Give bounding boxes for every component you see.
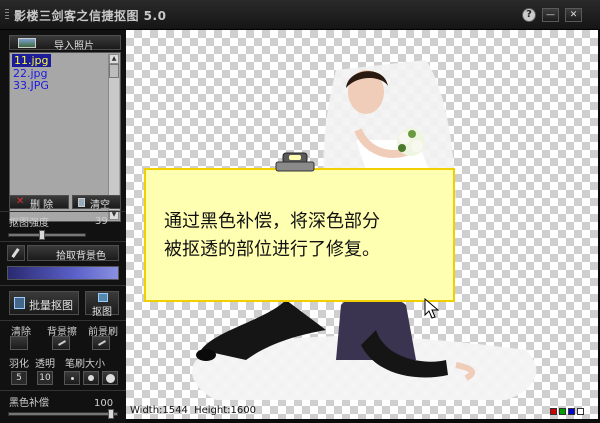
eyedropper-button[interactable] <box>7 245 25 261</box>
strength-value: 39 <box>95 216 108 227</box>
medium-dot-icon <box>88 375 94 381</box>
scroll-up-icon[interactable]: ▲ <box>109 54 119 64</box>
eyedropper-icon <box>11 248 20 258</box>
color-swatch-blue[interactable] <box>568 408 575 415</box>
brush-icon <box>98 340 106 346</box>
scroll-thumb[interactable] <box>109 64 119 78</box>
small-dot-icon <box>71 377 74 380</box>
import-photos-label: 导入照片 <box>54 41 94 52</box>
title-bar: 影楼三剑客之信捷抠图 5.0 ? — ✕ <box>0 0 600 30</box>
image-width-label: Width:1544 <box>130 405 188 416</box>
pick-background-label: 拾取背景色 <box>56 251 106 262</box>
image-dimensions: Width:1544 Height:1600 <box>130 405 256 416</box>
note-line-2: 被抠透的部位进行了修复。 <box>164 239 380 260</box>
cutout-label: 抠图 <box>92 307 112 318</box>
pick-background-color-button[interactable]: 拾取背景色 <box>27 245 119 262</box>
color-swatch-white[interactable] <box>577 408 584 415</box>
divider <box>0 320 126 321</box>
list-item[interactable]: 33.JPG <box>13 79 49 92</box>
cutout-icon <box>98 293 108 302</box>
batch-cutout-button[interactable]: 批量抠图 <box>9 291 79 315</box>
large-dot-icon <box>106 374 115 383</box>
delete-label: 删 除 <box>30 200 54 211</box>
strength-label: 抠图强度 <box>9 218 49 229</box>
brush-large-button[interactable] <box>102 371 118 385</box>
close-button[interactable]: ✕ <box>565 8 582 22</box>
mouse-cursor-icon <box>424 298 440 319</box>
eraser-icon <box>58 340 66 346</box>
clear-tool-button[interactable] <box>10 336 28 350</box>
black-compensation-label: 黑色补偿 <box>9 398 49 409</box>
window-title: 影楼三剑客之信捷抠图 5.0 <box>14 9 167 23</box>
delete-button[interactable]: ✕ 删 除 <box>9 195 69 211</box>
feather-input[interactable]: 5 <box>11 371 27 385</box>
photo-icon <box>18 38 36 48</box>
black-compensation-slider[interactable] <box>8 412 118 416</box>
paper-clip-icon <box>275 152 315 172</box>
color-swatch-green[interactable] <box>559 408 566 415</box>
image-height-label: Height:1600 <box>194 405 256 416</box>
import-photos-button[interactable]: 导入照片 <box>9 35 121 52</box>
background-color-swatch <box>7 266 119 280</box>
strength-slider[interactable] <box>8 233 86 237</box>
minimize-button[interactable]: — <box>542 8 559 22</box>
transparency-input[interactable]: 10 <box>37 371 53 385</box>
brush-medium-button[interactable] <box>83 371 99 385</box>
foreground-brush-button[interactable] <box>92 336 110 350</box>
transparency-label: 透明 <box>35 359 55 370</box>
left-panel: 导入照片 11.jpg 22.jpg 33.JPG ▲ ▼ ✕ 删 除 清空 抠… <box>0 30 126 423</box>
color-swatch-red[interactable] <box>550 408 557 415</box>
divider <box>0 390 126 391</box>
background-eraser-button[interactable] <box>52 336 70 350</box>
help-button[interactable]: ? <box>522 8 536 22</box>
clear-button[interactable]: 清空 <box>72 195 121 211</box>
feather-label: 羽化 <box>9 359 29 370</box>
brush-small-button[interactable] <box>64 371 80 385</box>
clear-label: 清空 <box>90 200 110 211</box>
divider <box>0 285 126 286</box>
divider <box>0 211 126 212</box>
black-compensation-slider-knob[interactable] <box>108 409 114 419</box>
cutout-button[interactable]: 抠图 <box>85 291 119 318</box>
batch-icon <box>14 297 25 309</box>
annotation-note: 通过黑色补偿，将深色部分 被抠透的部位进行了修复。 <box>144 168 455 302</box>
batch-cutout-label: 批量抠图 <box>29 299 73 312</box>
list-item[interactable]: 11.jpg <box>12 54 51 67</box>
grip-icon <box>5 9 9 21</box>
note-text: 通过黑色补偿，将深色部分 被抠透的部位进行了修复。 <box>164 208 380 264</box>
trash-icon <box>78 198 85 207</box>
black-compensation-value: 100 <box>94 398 114 409</box>
note-line-1: 通过黑色补偿，将深色部分 <box>164 211 380 232</box>
divider <box>0 241 126 242</box>
brush-size-label: 笔刷大小 <box>65 359 105 370</box>
delete-icon: ✕ <box>16 196 25 207</box>
strength-slider-knob[interactable] <box>39 230 45 240</box>
